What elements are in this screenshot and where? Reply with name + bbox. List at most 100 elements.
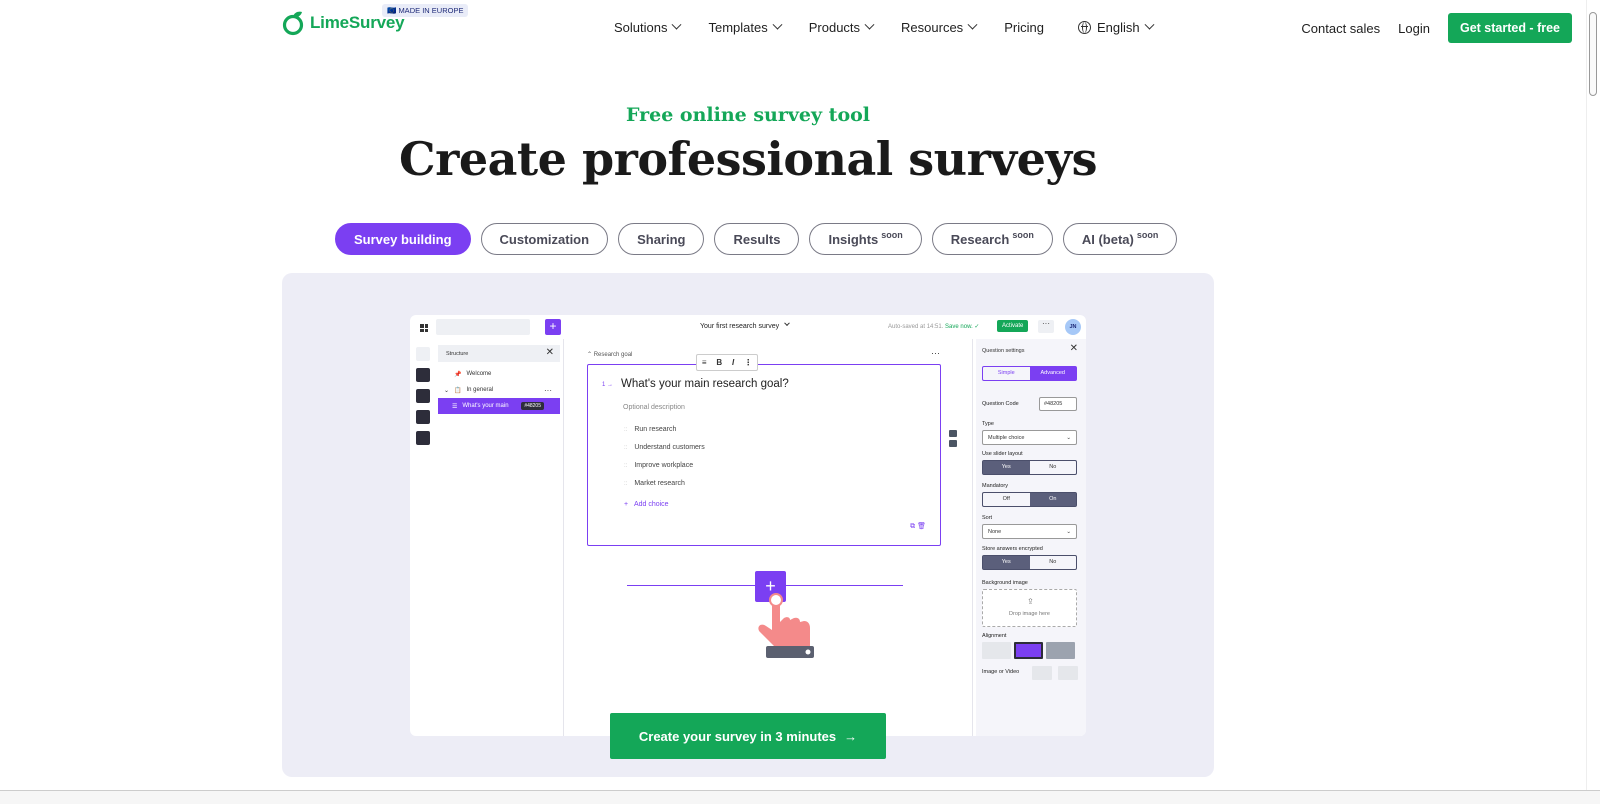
- chevron-down-icon: [772, 19, 783, 30]
- list-icon: ☰: [452, 403, 458, 410]
- arrow-right-icon: →: [844, 728, 858, 744]
- yes-option: Yes: [983, 461, 1030, 474]
- simple-option: Simple: [997, 370, 1015, 376]
- type-label: Type: [982, 421, 994, 427]
- bg-label: Background image: [982, 580, 1028, 586]
- tab-label: Research: [950, 231, 1010, 247]
- more-icon: ···: [544, 385, 552, 395]
- tab-sharing[interactable]: Sharing: [618, 223, 705, 255]
- code-field: #48205: [1039, 397, 1077, 411]
- tab-ai-beta[interactable]: AI (beta) soon: [1062, 223, 1178, 255]
- trash-icon: [1058, 666, 1078, 680]
- clipboard-icon: 📋: [454, 387, 462, 394]
- participants-icon: [416, 410, 430, 424]
- nav-label: Templates: [708, 20, 768, 35]
- divider: [972, 339, 973, 736]
- nav-pricing[interactable]: Pricing: [1004, 20, 1044, 35]
- scrollbar-thumb[interactable]: [1589, 12, 1597, 96]
- question-description: Optional description: [623, 404, 685, 411]
- structure-group-label: In general: [466, 387, 494, 393]
- choice-item: Improve workplace: [624, 462, 693, 469]
- question-number: 1 →: [602, 382, 614, 388]
- get-started-button[interactable]: Get started - free: [1447, 13, 1572, 43]
- bold-icon: B: [716, 358, 723, 367]
- nav-label: Products: [808, 20, 861, 35]
- tab-label: AI (beta): [1081, 231, 1134, 247]
- choice-item: Understand customers: [624, 444, 704, 451]
- format-toolbar: ≡ B I ⋮: [696, 354, 758, 371]
- language-selector[interactable]: English: [1077, 19, 1155, 35]
- question-text: What's your main research goal?: [621, 378, 789, 390]
- create-survey-button[interactable]: Create your survey in 3 minutes →: [610, 713, 886, 759]
- more-icon: ···: [1038, 320, 1054, 333]
- chevron-down-icon: ⌄: [444, 387, 450, 394]
- tab-results[interactable]: Results: [714, 223, 800, 255]
- nav-label: Pricing: [1004, 20, 1044, 35]
- yes-option: Yes: [983, 556, 1030, 569]
- structure-icon: [416, 347, 430, 361]
- login-link[interactable]: Login: [1398, 21, 1430, 36]
- chevron-down-icon: [967, 19, 978, 30]
- question-code-tag: #48205: [521, 402, 544, 410]
- off-option: Off: [1002, 496, 1010, 502]
- tab-survey-building[interactable]: Survey building: [335, 223, 471, 255]
- slider-toggle: Yes No: [982, 460, 1077, 475]
- add-choice-label: Add choice: [633, 501, 669, 508]
- scrollbar[interactable]: [1586, 0, 1600, 790]
- chevron-down-icon: [672, 19, 682, 30]
- drop-text: Drop image here: [1009, 611, 1050, 617]
- question-card: 1 → What's your main research goal? Opti…: [587, 364, 941, 546]
- more-icon: ···: [931, 348, 940, 358]
- page: LimeSurvey 🇪🇺 MADE IN EUROPE Solutions T…: [0, 0, 1600, 804]
- media-label: Image or Video: [982, 669, 1020, 675]
- settings-title: Question settings: [982, 348, 1025, 354]
- app-search-bar: [436, 319, 530, 335]
- structure-panel: Structure ✕ 📌 Welcome ⌄ 📋 In general ··· ☰ Wha…: [438, 345, 560, 414]
- cta-label: Create your survey in 3 minutes: [638, 728, 837, 744]
- mandatory-toggle: Off On: [982, 492, 1077, 507]
- close-icon: ✕: [545, 347, 554, 358]
- align-center-icon: [1014, 642, 1043, 659]
- add-choice-link: + Add choice: [624, 501, 669, 508]
- copy-delete-icons: ⧉ 🗑: [910, 523, 926, 530]
- choice-item: Run research: [624, 426, 676, 433]
- edit-icon: [1032, 666, 1052, 680]
- tab-label: Customization: [499, 231, 590, 247]
- more-icon: ⋮: [744, 358, 753, 367]
- contact-sales-link[interactable]: Contact sales: [1301, 21, 1380, 36]
- soon-badge: soon: [1012, 230, 1034, 240]
- horizontal-scrollbar[interactable]: [0, 790, 1600, 804]
- tab-insights[interactable]: Insights soon: [809, 223, 922, 255]
- nav-products[interactable]: Products: [808, 19, 875, 35]
- upload-icon: ⇪: [1027, 597, 1034, 606]
- type-value: Multiple choice: [988, 435, 1025, 441]
- close-icon: ✕: [1069, 343, 1078, 354]
- tab-customization[interactable]: Customization: [480, 223, 609, 255]
- type-select: Multiple choice ⌄: [982, 430, 1077, 445]
- question-settings-panel: Question settings ✕ Simple Advanced Quest…: [976, 339, 1086, 736]
- nav-label: Resources: [901, 20, 964, 35]
- group-label: ⌃ Research goal: [587, 352, 633, 358]
- nav-solutions[interactable]: Solutions: [614, 19, 682, 35]
- divider: [563, 339, 564, 736]
- code-label: Question Code: [982, 401, 1019, 407]
- translate-icon: [416, 431, 430, 445]
- pin-icon: 📌: [454, 371, 462, 378]
- tab-label: Results: [733, 231, 781, 247]
- structure-title: Structure: [446, 351, 469, 357]
- app-toolbar: + Your first research survey Auto-saved …: [410, 315, 1086, 339]
- lime-logo-icon: [282, 11, 304, 36]
- alignment-label: Alignment: [982, 633, 1007, 639]
- image-dropzone: ⇪ Drop image here: [982, 589, 1077, 627]
- structure-welcome: 📌 Welcome: [438, 366, 560, 382]
- chevron-down-icon: [864, 19, 875, 30]
- nav-label: Solutions: [614, 20, 668, 35]
- avatar: JN: [1065, 319, 1081, 335]
- check-icon: ✓: [974, 324, 980, 330]
- nav-resources[interactable]: Resources: [901, 19, 978, 35]
- tab-research[interactable]: Research soon: [931, 223, 1053, 255]
- advanced-option: Advanced: [1029, 367, 1076, 380]
- hero-title: Create professional surveys: [399, 132, 1097, 186]
- no-option: No: [1049, 464, 1057, 470]
- nav-templates[interactable]: Templates: [708, 19, 783, 35]
